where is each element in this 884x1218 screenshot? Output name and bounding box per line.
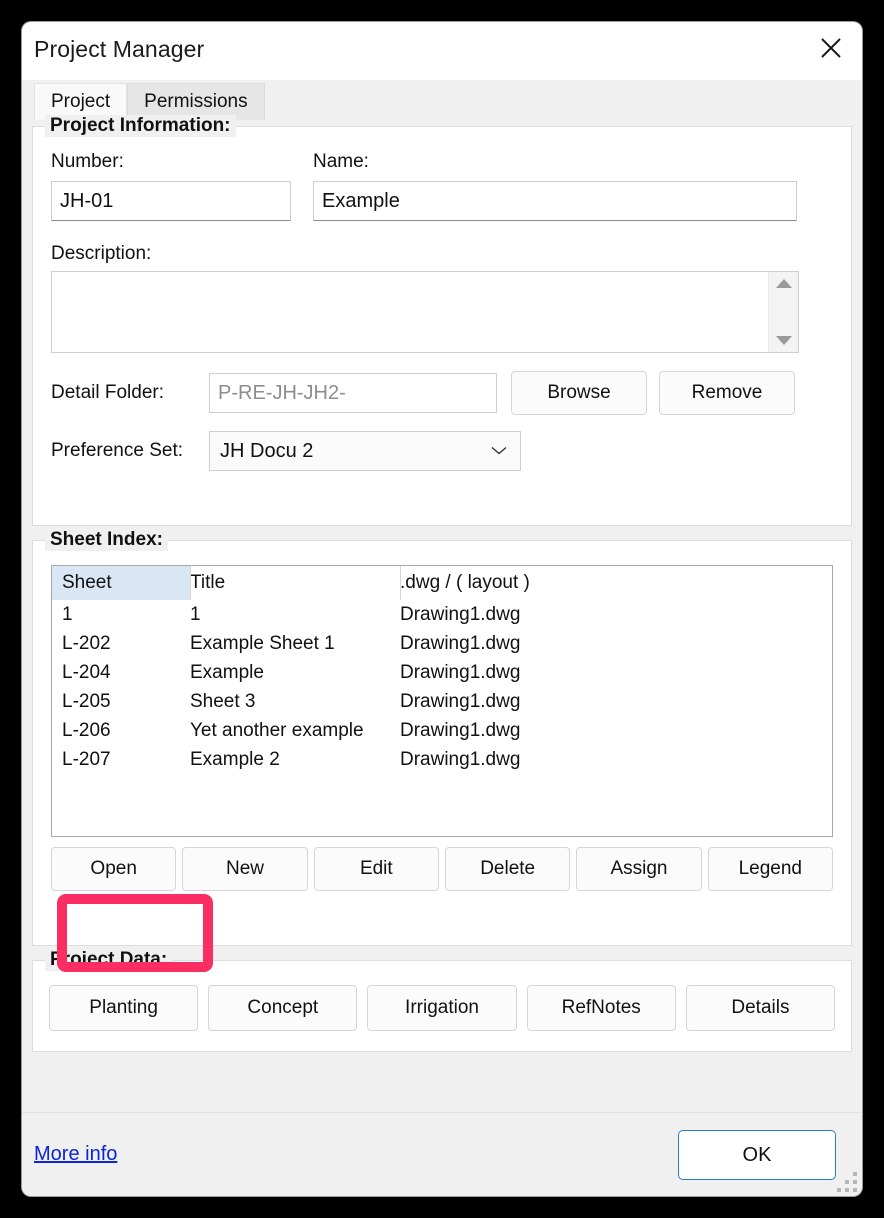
cell-sheet: L-205 [62, 690, 111, 712]
triangle-down-icon[interactable] [775, 336, 792, 345]
browse-button[interactable]: Browse [511, 371, 647, 415]
cell-sheet: L-202 [62, 632, 111, 654]
remove-button[interactable]: Remove [659, 371, 795, 415]
window-title: Project Manager [34, 36, 205, 62]
cell-title: Example 2 [190, 748, 280, 770]
title-bar: Project Manager [22, 22, 862, 80]
planting-button[interactable]: Planting [49, 985, 199, 1031]
cell-dwg: Drawing1.dwg [400, 661, 521, 683]
new-button[interactable]: New [182, 847, 308, 891]
table-row[interactable]: L-202 Example Sheet 1 Drawing1.dwg [52, 629, 832, 658]
number-label: Number: [51, 151, 124, 172]
irrigation-button[interactable]: Irrigation [367, 985, 517, 1031]
column-header-title[interactable]: Title [190, 572, 400, 594]
cell-dwg: Drawing1.dwg [400, 719, 521, 741]
legend-button[interactable]: Legend [707, 847, 833, 891]
preference-set-value: JH Docu 2 [220, 439, 314, 462]
cell-sheet: L-204 [62, 661, 111, 683]
table-row[interactable]: 1 1 Drawing1.dwg [52, 600, 832, 629]
preference-set-label: Preference Set: [51, 440, 184, 461]
table-row[interactable]: L-207 Example 2 Drawing1.dwg [52, 745, 832, 774]
description-field[interactable] [51, 271, 799, 353]
description-scrollbar[interactable] [768, 272, 798, 352]
cell-title: Sheet 3 [190, 690, 256, 712]
tab-project-label: Project [51, 91, 111, 112]
open-button[interactable]: Open [51, 847, 177, 891]
name-label: Name: [313, 151, 369, 172]
cell-sheet: L-207 [62, 748, 111, 770]
table-row[interactable]: L-204 Example Drawing1.dwg [52, 658, 832, 687]
close-icon[interactable] [800, 22, 862, 74]
resize-grip-icon[interactable] [835, 1172, 857, 1192]
concept-button[interactable]: Concept [208, 985, 358, 1031]
column-separator [190, 566, 191, 600]
more-info-link[interactable]: More info [34, 1143, 117, 1166]
preference-set-select[interactable]: JH Docu 2 [209, 431, 521, 471]
chevron-down-icon [490, 440, 508, 463]
project-information-group: Project Information: Number: Name: JH-01… [32, 115, 852, 526]
cell-dwg: Drawing1.dwg [400, 690, 521, 712]
column-header-dwg[interactable]: .dwg / ( layout ) [400, 572, 560, 594]
number-input[interactable]: JH-01 [51, 181, 291, 221]
sheet-index-group: Sheet Index: Sheet Title .dwg / ( layout… [32, 529, 852, 946]
sheet-index-header-row: Sheet Title .dwg / ( layout ) [52, 566, 832, 600]
cell-title: Example Sheet 1 [190, 632, 335, 654]
tab-bar: Project Permissions [22, 80, 862, 120]
cell-dwg: Drawing1.dwg [400, 632, 521, 654]
cell-title: 1 [190, 603, 201, 625]
table-row[interactable]: L-206 Yet another example Drawing1.dwg [52, 716, 832, 745]
column-header-sheet[interactable]: Sheet [52, 566, 190, 600]
description-label: Description: [51, 243, 152, 264]
cell-dwg: Drawing1.dwg [400, 603, 521, 625]
project-data-button-row: Planting Concept Irrigation RefNotes Det… [49, 985, 836, 1031]
description-input[interactable] [52, 272, 768, 352]
sheet-index-list[interactable]: Sheet Title .dwg / ( layout ) 1 1 Drawin… [51, 565, 833, 837]
cell-dwg: Drawing1.dwg [400, 748, 521, 770]
tab-permissions-label: Permissions [144, 91, 248, 112]
edit-button[interactable]: Edit [313, 847, 439, 891]
dialog-footer: More info OK [22, 1112, 862, 1196]
triangle-up-icon[interactable] [775, 279, 792, 288]
assign-button[interactable]: Assign [576, 847, 702, 891]
cell-title: Yet another example [190, 719, 364, 741]
cell-sheet: L-206 [62, 719, 111, 741]
table-row[interactable]: L-205 Sheet 3 Drawing1.dwg [52, 687, 832, 716]
cell-sheet: 1 [62, 603, 73, 625]
project-information-label: Project Information: [45, 115, 236, 137]
column-separator [400, 566, 401, 600]
name-input[interactable]: Example [313, 181, 797, 221]
detail-folder-input[interactable]: P-RE-JH-JH2- [209, 373, 497, 413]
ok-button[interactable]: OK [678, 1130, 836, 1180]
project-data-group: Project Data: Planting Concept Irrigatio… [32, 949, 852, 1052]
refnotes-button[interactable]: RefNotes [526, 985, 676, 1031]
project-manager-dialog: Project Manager Project Permissions Proj… [22, 22, 862, 1196]
delete-button[interactable]: Delete [444, 847, 571, 891]
sheet-index-label: Sheet Index: [45, 529, 168, 551]
dialog-body: Project Information: Number: Name: JH-01… [22, 115, 862, 1112]
sheet-index-button-row: Open New Edit Delete Assign Legend [51, 847, 833, 891]
cell-title: Example [190, 661, 264, 683]
details-button[interactable]: Details [685, 985, 836, 1031]
project-data-label: Project Data: [45, 949, 173, 971]
detail-folder-label: Detail Folder: [51, 382, 164, 403]
